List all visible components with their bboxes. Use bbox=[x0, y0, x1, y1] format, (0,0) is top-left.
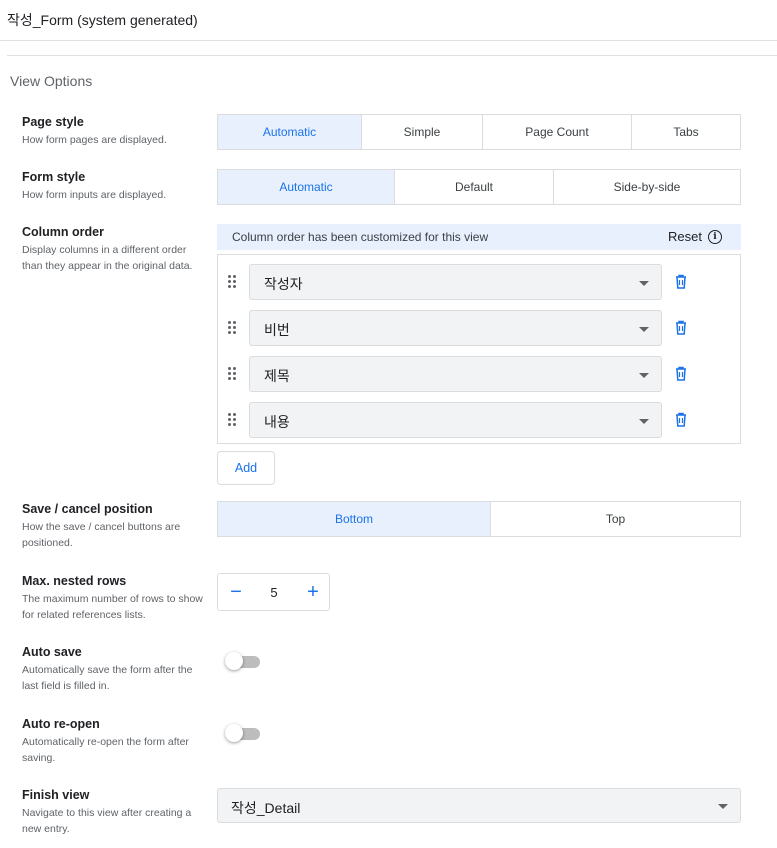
trash-icon[interactable] bbox=[675, 366, 687, 381]
reset-label: Reset bbox=[668, 229, 702, 244]
auto-reopen-desc: Automatically re-open the form after sav… bbox=[22, 736, 189, 764]
page-style-label: Page style bbox=[22, 115, 84, 129]
column-order-label: Column order bbox=[22, 225, 104, 239]
page-header: 작성_Form (system generated) bbox=[0, 0, 777, 41]
save-cancel-label: Save / cancel position bbox=[22, 502, 153, 516]
auto-save-desc: Automatically save the form after the la… bbox=[22, 664, 193, 692]
max-nested-stepper: − 5 + bbox=[217, 573, 330, 611]
max-nested-desc: The maximum number of rows to show for r… bbox=[22, 593, 203, 621]
page-style-label-group: Page style How form pages are displayed. bbox=[22, 115, 207, 148]
drag-handle-icon[interactable] bbox=[228, 275, 238, 289]
column-order-desc: Display columns in a different order tha… bbox=[22, 244, 193, 272]
column-order-label-group: Column order Display columns in a differ… bbox=[22, 225, 207, 274]
trash-icon[interactable] bbox=[675, 274, 687, 289]
drag-handle-icon[interactable] bbox=[228, 413, 238, 427]
column-select[interactable]: 내용 bbox=[249, 402, 662, 438]
auto-reopen-label: Auto re-open bbox=[22, 717, 100, 731]
page-style-selector: Automatic Simple Page Count Tabs bbox=[217, 114, 741, 150]
drag-handle-icon[interactable] bbox=[228, 367, 238, 381]
column-select-value: 비번 bbox=[264, 322, 290, 338]
page-style-option-page-count[interactable]: Page Count bbox=[482, 115, 631, 149]
column-row: 작성자 bbox=[218, 264, 740, 300]
add-column-button[interactable]: Add bbox=[217, 451, 275, 485]
form-style-option-automatic[interactable]: Automatic bbox=[218, 170, 394, 204]
page-style-desc: How form pages are displayed. bbox=[22, 134, 167, 146]
save-cancel-option-bottom[interactable]: Bottom bbox=[218, 502, 490, 536]
auto-save-label: Auto save bbox=[22, 645, 82, 659]
max-nested-label-group: Max. nested rows The maximum number of r… bbox=[22, 574, 207, 623]
column-order-list: 작성자 비번 제목 내용 bbox=[217, 254, 741, 444]
page-title: 작성_Form (system generated) bbox=[7, 12, 198, 28]
finish-view-label-group: Finish view Navigate to this view after … bbox=[22, 788, 207, 837]
chevron-down-icon bbox=[639, 281, 649, 286]
column-order-banner-text: Column order has been customized for thi… bbox=[232, 230, 489, 244]
column-order-banner: Column order has been customized for thi… bbox=[217, 224, 741, 250]
reset-button[interactable]: Reset i bbox=[668, 229, 722, 244]
drag-handle-icon[interactable] bbox=[228, 321, 238, 335]
page-style-option-simple[interactable]: Simple bbox=[361, 115, 482, 149]
finish-view-value: 작성_Detail bbox=[231, 800, 301, 816]
section-title: View Options bbox=[10, 73, 93, 89]
form-style-desc: How form inputs are displayed. bbox=[22, 189, 167, 201]
chevron-down-icon bbox=[718, 804, 728, 809]
divider bbox=[7, 55, 777, 56]
page-style-option-tabs[interactable]: Tabs bbox=[631, 115, 740, 149]
form-style-selector: Automatic Default Side-by-side bbox=[217, 169, 741, 205]
max-nested-label: Max. nested rows bbox=[22, 574, 127, 588]
toggle-knob bbox=[225, 652, 243, 670]
trash-icon[interactable] bbox=[675, 412, 687, 427]
auto-save-label-group: Auto save Automatically save the form af… bbox=[22, 645, 207, 694]
chevron-down-icon bbox=[639, 419, 649, 424]
toggle-knob bbox=[225, 724, 243, 742]
finish-view-label: Finish view bbox=[22, 788, 90, 802]
finish-view-select[interactable]: 작성_Detail bbox=[217, 788, 741, 823]
page-style-option-automatic[interactable]: Automatic bbox=[218, 115, 361, 149]
save-cancel-desc: How the save / cancel buttons are positi… bbox=[22, 521, 181, 549]
max-nested-value[interactable]: 5 bbox=[264, 585, 284, 600]
auto-reopen-toggle[interactable] bbox=[225, 723, 260, 743]
save-cancel-option-top[interactable]: Top bbox=[490, 502, 740, 536]
auto-reopen-label-group: Auto re-open Automatically re-open the f… bbox=[22, 717, 207, 766]
auto-save-toggle[interactable] bbox=[225, 651, 260, 671]
form-style-label: Form style bbox=[22, 170, 86, 184]
column-row: 내용 bbox=[218, 402, 740, 438]
form-style-label-group: Form style How form inputs are displayed… bbox=[22, 170, 207, 203]
finish-view-desc: Navigate to this view after creating a n… bbox=[22, 807, 192, 835]
decrement-button[interactable]: − bbox=[229, 582, 243, 602]
column-select[interactable]: 비번 bbox=[249, 310, 662, 346]
form-style-option-side-by-side[interactable]: Side-by-side bbox=[553, 170, 740, 204]
save-cancel-selector: Bottom Top bbox=[217, 501, 741, 537]
column-select-value: 내용 bbox=[264, 414, 290, 430]
chevron-down-icon bbox=[639, 327, 649, 332]
save-cancel-label-group: Save / cancel position How the save / ca… bbox=[22, 502, 207, 551]
increment-button[interactable]: + bbox=[306, 582, 320, 602]
column-select[interactable]: 작성자 bbox=[249, 264, 662, 300]
info-icon[interactable]: i bbox=[707, 229, 722, 244]
column-row: 비번 bbox=[218, 310, 740, 346]
chevron-down-icon bbox=[639, 373, 649, 378]
trash-icon[interactable] bbox=[675, 320, 687, 335]
column-select-value: 작성자 bbox=[264, 276, 303, 292]
form-style-option-default[interactable]: Default bbox=[394, 170, 553, 204]
column-select[interactable]: 제목 bbox=[249, 356, 662, 392]
column-select-value: 제목 bbox=[264, 368, 290, 384]
column-row: 제목 bbox=[218, 356, 740, 392]
